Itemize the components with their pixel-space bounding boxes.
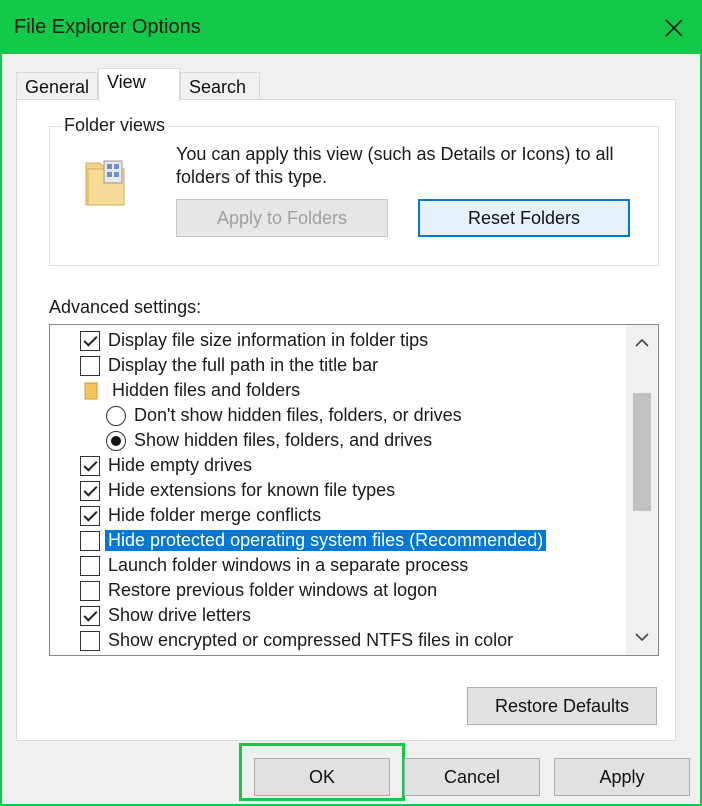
ok-button[interactable]: OK [254,758,390,796]
advanced-setting-label: Show hidden files, folders, and drives [134,430,433,450]
vertical-scrollbar[interactable] [626,325,658,655]
title-bar: File Explorer Options [2,2,700,54]
advanced-setting-item[interactable]: Hide protected operating system files (R… [80,528,547,553]
radio-selected[interactable] [106,430,126,451]
scroll-down-button[interactable] [626,621,658,653]
advanced-setting-item[interactable]: Restore previous folder windows at logon [80,578,437,603]
tab-search[interactable]: Search [180,72,260,100]
advanced-setting-item[interactable]: Display the full path in the title bar [80,353,378,378]
apply-to-folders-button[interactable]: Apply to Folders [176,199,388,237]
checkbox-unchecked[interactable] [80,355,100,376]
advanced-setting-item[interactable]: Launch folder windows in a separate proc… [80,553,468,578]
checkbox-unchecked[interactable] [80,555,100,576]
window-title: File Explorer Options [14,16,201,38]
checkbox-checked[interactable] [80,455,100,476]
scroll-thumb[interactable] [633,393,651,511]
checkbox-unchecked[interactable] [80,530,100,551]
reset-folders-button[interactable]: Reset Folders [418,199,630,237]
tab-general[interactable]: General [16,72,98,100]
advanced-setting-label: Display file size information in folder … [108,330,429,350]
apply-button[interactable]: Apply [554,758,690,796]
advanced-setting-label: Show encrypted or compressed NTFS files … [108,630,514,650]
checkbox-checked[interactable] [80,505,100,526]
advanced-setting-item: Hidden files and folders [80,378,300,403]
advanced-setting-label: Hidden files and folders [112,380,301,400]
advanced-setting-label: Display the full path in the title bar [108,355,379,375]
chevron-down-icon [635,633,649,642]
advanced-settings-list[interactable]: Display file size information in folder … [49,324,659,656]
advanced-settings-label: Advanced settings: [49,297,202,317]
advanced-setting-label: Hide empty drives [108,455,253,475]
advanced-setting-item[interactable]: Show encrypted or compressed NTFS files … [80,628,513,653]
cancel-button[interactable]: Cancel [404,758,540,796]
tab-view[interactable]: View [98,68,180,102]
advanced-setting-label: Hide protected operating system files (R… [105,530,547,551]
close-icon [665,19,683,37]
radio-unselected[interactable] [106,405,126,426]
checkbox-checked[interactable] [80,480,100,501]
advanced-setting-label: Hide extensions for known file types [108,480,396,500]
advanced-setting-item[interactable]: Don't show hidden files, folders, or dri… [106,403,462,428]
advanced-settings-items: Display file size information in folder … [50,325,626,655]
advanced-setting-label: Launch folder windows in a separate proc… [108,555,469,575]
scroll-up-button[interactable] [626,327,658,359]
folder-views-title: Folder views [62,115,168,136]
folder-views-group: Folder views You can apply this view (su… [49,115,659,266]
advanced-setting-item[interactable]: Show hidden files, folders, and drives [106,428,432,453]
checkbox-checked[interactable] [80,330,100,351]
folder-icon [84,382,98,399]
advanced-setting-label: Hide folder merge conflicts [108,505,322,525]
advanced-setting-item[interactable]: Display file size information in folder … [80,328,428,353]
advanced-setting-item[interactable]: Show drive letters [80,603,251,628]
restore-defaults-button[interactable]: Restore Defaults [467,687,657,725]
advanced-setting-item[interactable]: Hide empty drives [80,453,252,478]
file-explorer-options-dialog: File Explorer Options General View Searc… [0,0,702,806]
close-button[interactable] [654,8,694,48]
advanced-setting-label: Restore previous folder windows at logon [108,580,438,600]
chevron-up-icon [635,338,649,347]
advanced-setting-label: Show drive letters [108,605,252,625]
advanced-setting-item[interactable]: Hide extensions for known file types [80,478,395,503]
folder-views-description: You can apply this view (such as Details… [176,144,614,187]
view-tab-panel: Folder views You can apply this view (su… [16,99,676,741]
advanced-setting-item[interactable]: Hide folder merge conflicts [80,503,321,528]
folder-views-icon [85,160,125,206]
checkbox-unchecked[interactable] [80,580,100,601]
checkbox-checked[interactable] [80,605,100,626]
advanced-setting-label: Don't show hidden files, folders, or dri… [134,405,462,425]
checkbox-unchecked[interactable] [80,630,100,651]
